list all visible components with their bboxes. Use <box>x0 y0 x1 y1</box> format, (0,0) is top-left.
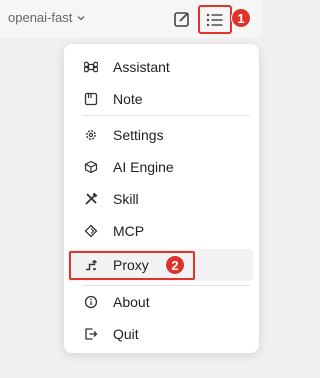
menu-item-label: Assistant <box>113 59 170 75</box>
tools-icon <box>83 191 99 207</box>
gear-icon <box>83 127 99 143</box>
menu-item-label: Skill <box>113 191 139 207</box>
menu-item-settings[interactable]: Settings <box>64 119 259 151</box>
menu-item-label: AI Engine <box>113 159 174 175</box>
menu-item-ai-engine[interactable]: AI Engine <box>64 151 259 183</box>
cube-icon <box>83 159 99 175</box>
edit-icon <box>174 12 189 27</box>
menu-item-assistant[interactable]: Assistant <box>64 51 259 83</box>
menu-item-label: About <box>113 294 150 310</box>
note-icon <box>83 91 99 107</box>
dropdown-menu: Assistant Note Settings AI Engine Skill … <box>64 44 259 353</box>
menu-item-note[interactable]: Note <box>64 83 259 115</box>
exit-icon <box>83 326 99 342</box>
menu-item-label: Settings <box>113 127 164 143</box>
command-icon <box>83 59 99 75</box>
menu-item-mcp[interactable]: MCP <box>64 215 259 247</box>
menu-item-label: MCP <box>113 223 145 239</box>
chevron-down-icon <box>77 15 85 20</box>
menu-divider <box>82 115 250 116</box>
step-badge-2: 2 <box>165 255 185 275</box>
menu-item-quit[interactable]: Quit <box>64 318 259 350</box>
menu-item-label: Quit <box>113 326 139 342</box>
top-bar: openai-fast 1 <box>0 0 261 38</box>
mcp-icon <box>83 223 99 239</box>
edit-button[interactable] <box>172 9 192 29</box>
menu-button[interactable] <box>198 5 232 34</box>
model-selector[interactable]: openai-fast <box>8 10 86 25</box>
model-name: openai-fast <box>8 10 73 25</box>
info-icon <box>83 294 99 310</box>
step-badge-1: 1 <box>231 8 251 28</box>
menu-item-label: Note <box>113 91 143 107</box>
menu-item-about[interactable]: About <box>64 286 259 318</box>
list-icon <box>206 13 223 26</box>
menu-item-skill[interactable]: Skill <box>64 183 259 215</box>
